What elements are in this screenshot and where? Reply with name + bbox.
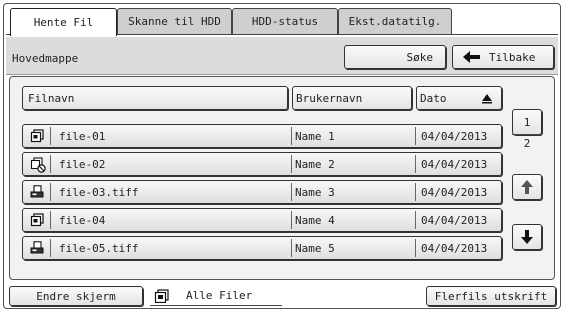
file-row[interactable]: file-03.tiff Name 3 04/04/2013 <box>22 180 502 204</box>
column-filename[interactable]: Filnavn <box>22 86 288 110</box>
copy-icon <box>30 129 44 143</box>
file-date: 04/04/2013 <box>421 213 488 227</box>
file-name: file-04 <box>59 213 106 227</box>
change-screen-label: Endre skjerm <box>36 289 116 303</box>
cell-divider <box>415 155 416 173</box>
file-user: Name 2 <box>295 157 335 171</box>
scan-icon <box>30 241 44 255</box>
file-row[interactable]: file-05.tiff Name 5 04/04/2013 <box>22 236 502 260</box>
sort-ascending-icon <box>482 94 492 104</box>
scroll-up-button[interactable] <box>512 174 542 200</box>
cell-divider <box>415 239 416 257</box>
current-folder: Hovedmappe <box>12 51 79 65</box>
search-label: Søke <box>406 50 434 64</box>
file-filter[interactable]: Alle Filer <box>150 286 282 306</box>
column-username[interactable]: Brukernavn <box>292 86 412 110</box>
column-label: Filnavn <box>28 91 75 105</box>
file-row[interactable]: file-02 Name 2 04/04/2013 <box>22 152 502 176</box>
cell-divider <box>291 127 292 145</box>
cell-divider <box>291 211 292 229</box>
file-name: file-05.tiff <box>59 241 139 255</box>
filter-label: Alle Filer <box>186 289 253 302</box>
tab-retrieve-file[interactable]: Hente Fil <box>10 8 117 36</box>
copy-icon <box>30 213 44 227</box>
tab-hdd-status[interactable]: HDD-status <box>232 8 338 34</box>
page-divider <box>512 134 542 135</box>
tab-label: Hente Fil <box>33 16 94 29</box>
cell-divider <box>415 183 416 201</box>
arrow-down-icon <box>521 230 533 244</box>
cell-divider <box>291 239 292 257</box>
file-name: file-02 <box>59 157 106 171</box>
arrow-up-icon <box>521 180 533 194</box>
arrow-left-icon <box>463 51 480 63</box>
tab-label: Ekst.datatilg. <box>348 15 442 28</box>
cell-divider <box>291 155 292 173</box>
column-date[interactable]: Dato <box>416 86 502 110</box>
cell-divider <box>50 239 51 257</box>
cell-divider <box>415 127 416 145</box>
file-date: 04/04/2013 <box>421 129 488 143</box>
tab-label: Skanne til HDD <box>128 15 221 28</box>
file-row[interactable]: file-04 Name 4 04/04/2013 <box>22 208 502 232</box>
file-user: Name 1 <box>295 129 335 143</box>
file-name: file-03.tiff <box>59 185 139 199</box>
column-label: Dato <box>420 91 447 105</box>
copy-icon <box>154 288 169 303</box>
cell-divider <box>50 183 51 201</box>
cell-divider <box>415 211 416 229</box>
column-label: Brukernavn <box>296 91 363 105</box>
page-total: 2 <box>523 137 531 150</box>
multi-file-print-button[interactable]: Flerfils utskrift <box>426 286 556 306</box>
page-current-button[interactable]: 1 <box>512 109 542 135</box>
tab-scan-to-hdd[interactable]: Skanne til HDD <box>117 8 232 34</box>
tab-external-data[interactable]: Ekst.datatilg. <box>338 8 452 34</box>
cell-divider <box>50 127 51 145</box>
file-user: Name 4 <box>295 213 335 227</box>
cell-divider <box>50 211 51 229</box>
multi-print-label: Flerfils utskrift <box>434 289 548 303</box>
back-label: Tilbake <box>489 50 536 64</box>
file-date: 04/04/2013 <box>421 241 488 255</box>
file-user: Name 3 <box>295 185 335 199</box>
file-user: Name 5 <box>295 241 335 255</box>
file-row[interactable]: file-01 Name 1 04/04/2013 <box>22 124 502 148</box>
search-button[interactable]: Søke <box>344 45 446 69</box>
tab-label: HDD-status <box>251 15 319 28</box>
back-button[interactable]: Tilbake <box>452 45 554 69</box>
scroll-down-button[interactable] <box>512 224 542 250</box>
change-screen-button[interactable]: Endre skjerm <box>9 286 143 306</box>
page-number: 1 <box>523 115 531 129</box>
cell-divider <box>50 155 51 173</box>
copy-restricted-icon <box>30 157 46 173</box>
scan-icon <box>30 185 44 199</box>
file-date: 04/04/2013 <box>421 157 488 171</box>
file-date: 04/04/2013 <box>421 185 488 199</box>
file-name: file-01 <box>59 129 106 143</box>
cell-divider <box>291 183 292 201</box>
